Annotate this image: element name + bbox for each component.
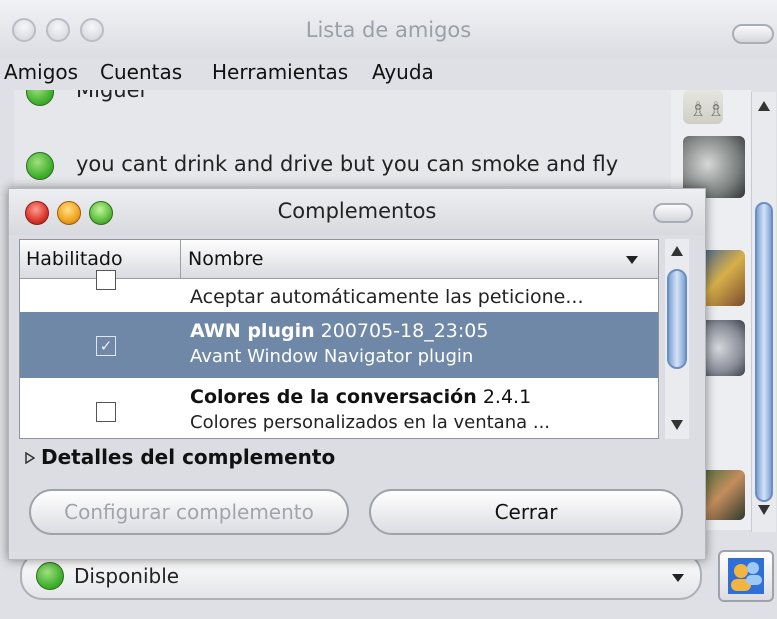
toolbar-toggle-icon[interactable]	[653, 203, 693, 223]
scroll-up-icon[interactable]	[670, 245, 684, 257]
enable-checkbox[interactable]	[96, 270, 116, 290]
buddy-row[interactable]: Miguel	[14, 90, 671, 114]
chevron-down-icon	[672, 574, 684, 582]
details-expander[interactable]: Detalles del complemento	[25, 445, 335, 469]
scroll-down-icon[interactable]	[670, 419, 684, 431]
plugin-title: AWN plugin 200705-18_23:05	[190, 320, 488, 342]
enable-checkbox[interactable]: ✓	[96, 336, 116, 356]
available-status-icon	[26, 90, 54, 106]
buddy-name: Miguel	[76, 90, 146, 102]
buddy-row[interactable]: you cant drink and drive but you can smo…	[14, 148, 671, 188]
menu-herramientas[interactable]: Herramientas	[212, 60, 348, 84]
buddy-list-scrollbar[interactable]	[751, 92, 776, 532]
buddy-name: you cant drink and drive but you can smo…	[76, 152, 619, 176]
main-titlebar[interactable]: Lista de amigos	[0, 0, 777, 58]
expander-arrow-icon	[25, 451, 36, 465]
scroll-up-icon[interactable]	[757, 100, 771, 112]
plugin-description: Aceptar automáticamente las peticione...	[190, 286, 584, 308]
menu-ayuda[interactable]: Ayuda	[372, 60, 434, 84]
dialog-titlebar[interactable]: Complementos	[9, 189, 705, 235]
plugin-version: 2.4.1	[482, 386, 532, 408]
plugin-name: Colores de la conversación	[190, 386, 477, 408]
svg-text:♗♗: ♗♗	[689, 97, 723, 121]
dialog-title: Complementos	[277, 199, 437, 223]
buddy-icon-button[interactable]	[718, 550, 774, 602]
plugins-scrollbar[interactable]	[665, 239, 689, 439]
menu-amigos[interactable]: Amigos	[4, 60, 78, 84]
configure-plugin-button[interactable]: Configurar complemento	[29, 489, 349, 535]
user-icon	[728, 558, 764, 594]
plugin-title: Colores de la conversación 2.4.1	[190, 386, 531, 408]
status-value: Disponible	[74, 564, 180, 588]
enable-checkbox[interactable]	[96, 402, 116, 422]
plugins-dialog: Complementos Habilitado Nombre Aceptar a…	[8, 188, 706, 560]
table-row[interactable]: Aceptar automáticamente las peticione...	[20, 250, 658, 316]
scroll-down-icon[interactable]	[757, 504, 771, 516]
plugin-description: Avant Window Navigator plugin	[190, 346, 474, 367]
scroll-thumb[interactable]	[667, 269, 687, 369]
details-label: Detalles del complemento	[41, 445, 336, 469]
close-button[interactable]: Cerrar	[369, 489, 683, 535]
scroll-thumb[interactable]	[755, 202, 773, 502]
plugins-table: Habilitado Nombre Aceptar automáticament…	[19, 239, 659, 439]
toolbar-toggle-icon[interactable]	[732, 24, 774, 44]
table-row[interactable]: Colores de la conversación 2.4.1 Colores…	[20, 378, 658, 438]
plugin-version: 200705-18_23:05	[320, 320, 489, 342]
window-title: Lista de amigos	[305, 18, 472, 42]
table-row[interactable]: ✓ AWN plugin 200705-18_23:05 Avant Windo…	[20, 312, 658, 378]
buddy-avatar: ♗♗	[683, 90, 723, 124]
menubar: Amigos Cuentas Herramientas Ayuda	[0, 58, 777, 88]
menu-cuentas[interactable]: Cuentas	[100, 60, 182, 84]
plugin-name: AWN plugin	[190, 320, 315, 342]
plugin-description: Colores personalizados en la ventana ...	[190, 412, 551, 433]
available-status-icon	[36, 562, 64, 590]
available-status-icon	[26, 152, 54, 180]
